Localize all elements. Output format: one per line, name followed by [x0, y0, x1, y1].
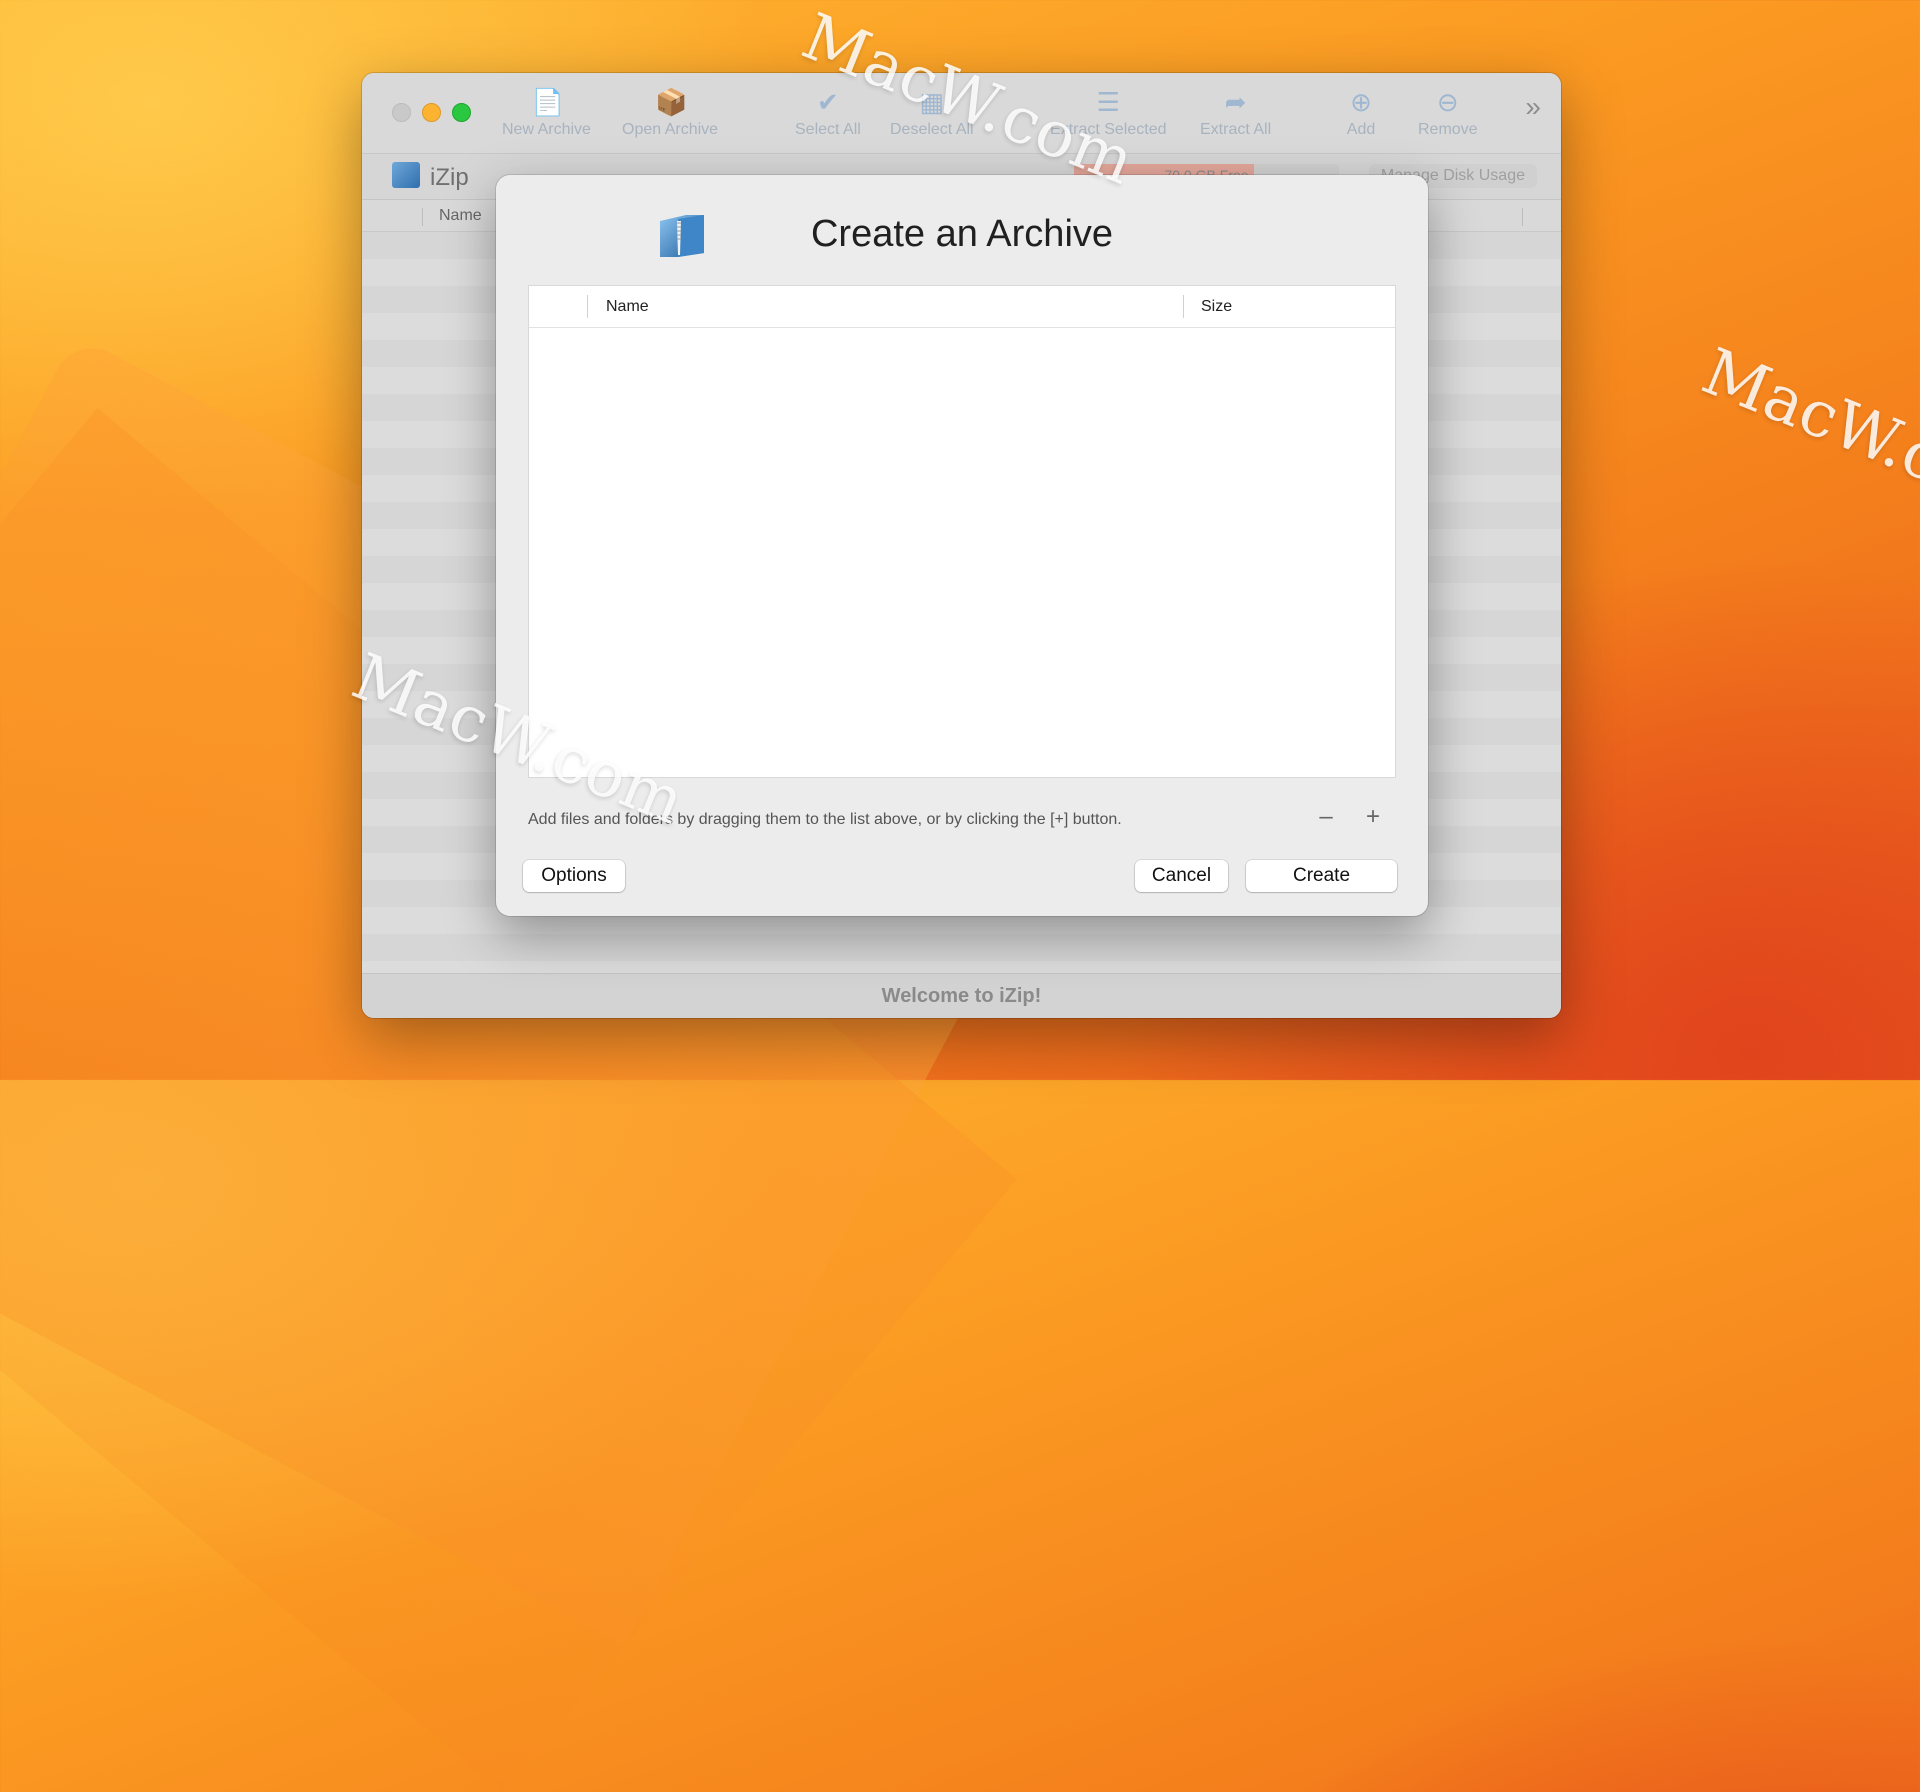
app-name: iZip [430, 164, 469, 191]
add-label: Add [1346, 121, 1376, 138]
extract-all-label: Extract All [1200, 121, 1272, 138]
open-archive-button[interactable]: 📦 Open Archive [622, 87, 718, 139]
minimize-window-button[interactable] [422, 103, 441, 122]
open-archive-icon: 📦 [655, 87, 688, 117]
size-column-header[interactable]: Size [1201, 298, 1232, 316]
table-header: Name Size [529, 286, 1395, 328]
maximize-window-button[interactable] [452, 103, 471, 122]
remove-file-button[interactable]: – [1311, 803, 1341, 831]
column-name-header[interactable]: Name [439, 207, 482, 225]
column-divider [1183, 295, 1184, 318]
toolbar-overflow-chevron-icon[interactable]: » [1525, 91, 1541, 123]
column-divider [587, 295, 588, 318]
new-archive-label: New Archive [502, 121, 591, 138]
options-button[interactable]: Options [523, 860, 625, 892]
new-archive-button[interactable]: 📄 New Archive [502, 87, 591, 139]
cancel-button[interactable]: Cancel [1135, 860, 1228, 892]
add-icon: ⊕ [1350, 87, 1372, 117]
izip-app-icon [392, 162, 420, 188]
column-divider [422, 208, 423, 226]
remove-button[interactable]: ⊖ Remove [1418, 87, 1478, 139]
remove-icon: ⊖ [1436, 87, 1459, 117]
new-archive-icon: 📄 [531, 87, 564, 117]
create-button[interactable]: Create [1246, 860, 1397, 892]
extract-all-button[interactable]: ➦ Extract All [1200, 87, 1271, 139]
select-all-icon: ✔ [817, 87, 839, 117]
name-column-header[interactable]: Name [606, 298, 649, 316]
add-file-button[interactable]: + [1358, 803, 1388, 831]
status-bar: Welcome to iZip! [362, 973, 1561, 1018]
extract-all-icon: ➦ [1224, 87, 1247, 117]
remove-label: Remove [1418, 121, 1478, 138]
archive-contents-table[interactable]: Name Size [528, 285, 1396, 778]
close-window-button[interactable] [392, 103, 411, 122]
select-all-label: Select All [795, 121, 861, 138]
column-divider [1522, 208, 1523, 226]
open-archive-label: Open Archive [622, 121, 719, 138]
watermark: MacW.com [1692, 335, 1920, 535]
select-all-button[interactable]: ✔ Select All [795, 87, 861, 139]
dialog-title: Create an Archive [810, 213, 1114, 255]
add-button[interactable]: ⊕ Add [1346, 87, 1376, 139]
